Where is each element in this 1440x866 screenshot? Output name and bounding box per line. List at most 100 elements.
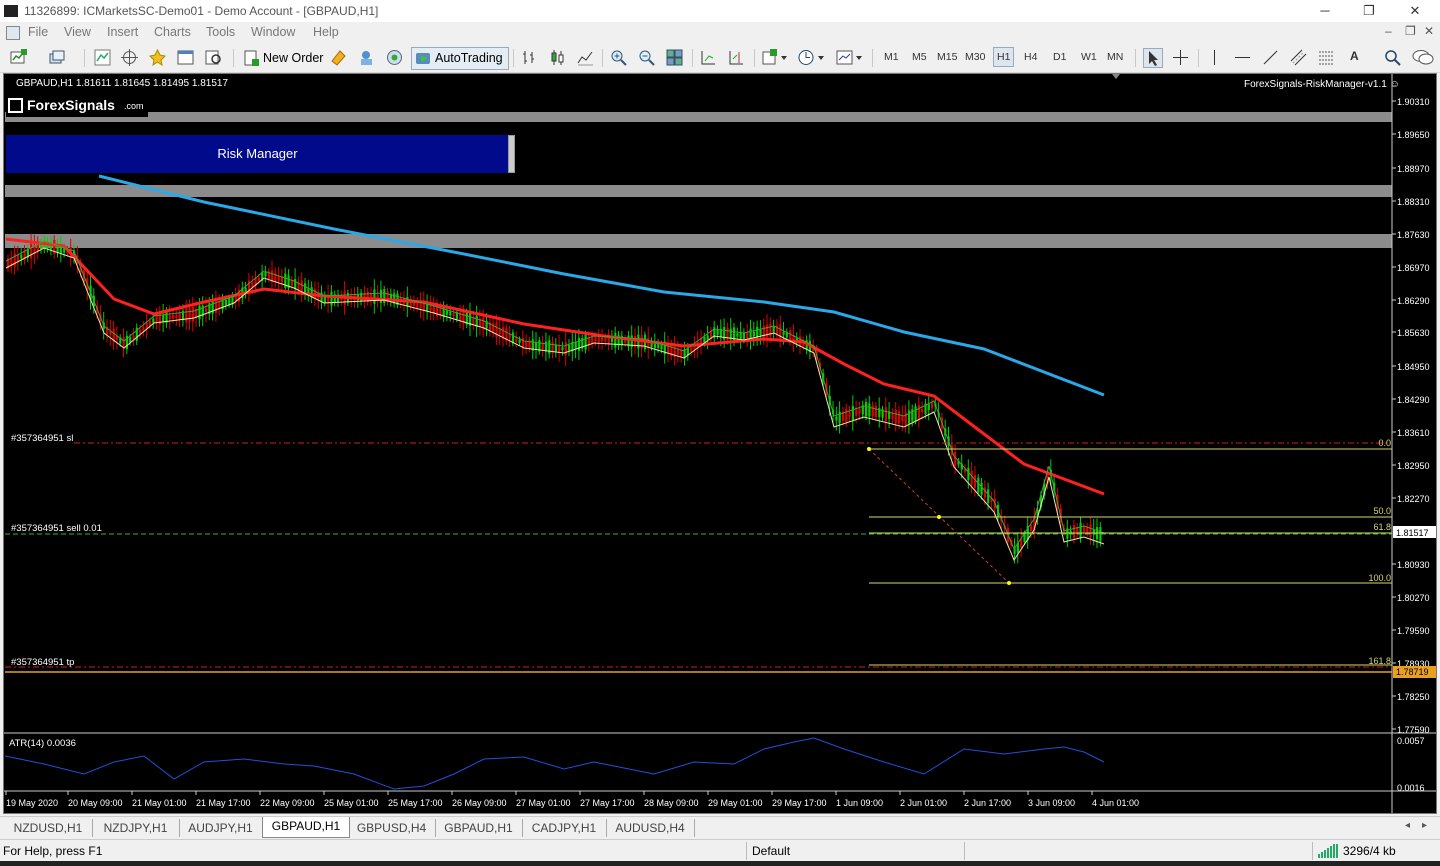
candle [294,279,297,290]
candle [251,282,254,288]
chart-shift-icon[interactable] [728,49,745,66]
candle [330,291,333,306]
menu-insert[interactable]: Insert [107,25,138,39]
mdi-restore-button[interactable]: ❐ [1405,24,1416,38]
time-label: 27 May 17:00 [580,798,635,808]
autoscroll-icon[interactable] [700,49,717,66]
ma-lines [5,237,1105,562]
text-tool[interactable]: A [1350,49,1359,63]
timeframe-m1[interactable]: M1 [884,51,899,63]
restore-button[interactable]: ❐ [1346,0,1392,22]
crosshair-tool-icon[interactable] [1172,49,1189,66]
candle [561,347,564,351]
tab-nzdjpy-h1[interactable]: NZDJPY,H1 [92,819,180,837]
tab-cadjpy-h1[interactable]: CADJPY,H1 [522,819,607,837]
crosshair-nav-icon[interactable] [121,49,138,66]
new-chart-icon[interactable] [10,49,27,66]
chart-shift-marker-icon[interactable] [1112,74,1120,79]
autotrading-button[interactable]: AutoTrading [411,47,509,70]
candlestick-icon[interactable] [549,49,566,66]
taskbar-strip [0,861,1440,866]
chart-doc-icon[interactable] [6,26,20,40]
timeframe-m5[interactable]: M5 [912,51,927,63]
candle [752,331,755,337]
menu-tools[interactable]: Tools [206,25,235,39]
candle [742,332,746,340]
time-label: 21 May 01:00 [132,798,187,808]
candle [393,293,396,304]
ma-fast-red-line [5,237,1105,496]
price-label: 1.80270 [1397,593,1430,603]
status-divider [1312,842,1313,860]
risk-manager-panel[interactable]: Risk Manager [6,135,509,173]
minimize-button[interactable]: ─ [1302,0,1348,22]
menu-charts[interactable]: Charts [154,25,191,39]
line-chart-icon[interactable] [577,49,594,66]
vertical-line-icon[interactable] [1206,49,1223,66]
menu-help[interactable]: Help [313,25,339,39]
order-sl-label: #357364951 sl [11,433,73,444]
timeframe-w1[interactable]: W1 [1081,51,1097,63]
cursor-tool-icon[interactable] [1143,48,1163,68]
tab-audusd-h4[interactable]: AUDUSD,H4 [606,819,695,837]
menu-file[interactable]: File [28,25,48,39]
profiles-icon[interactable] [48,49,65,66]
tab-gbpusd-h4[interactable]: GBPUSD,H4 [348,819,436,837]
close-button[interactable]: ✕ [1392,0,1438,22]
tab-gbpaud-h1[interactable]: GBPAUD,H1 [435,819,523,837]
timeframe-m30[interactable]: M30 [965,51,985,63]
mdi-minimize-button[interactable]: ‒ [1385,24,1392,38]
terminal-icon[interactable] [177,49,194,66]
fib-level-50: 50.0 [1373,506,1391,516]
timeframe-mn[interactable]: MN [1107,51,1123,63]
mdi-close-button[interactable]: ✕ [1424,24,1434,38]
zoom-out-icon[interactable] [638,49,655,66]
price-label: 1.88310 [1397,197,1430,207]
timeframe-m15[interactable]: M15 [937,51,957,63]
market-icon[interactable] [358,49,375,66]
logo-text: ForexSignals [27,97,115,113]
signals-icon[interactable] [330,49,347,66]
status-help: For Help, press F1 [3,844,103,858]
candle [597,336,600,343]
trendline-icon[interactable] [1262,49,1279,66]
navigator-icon[interactable] [149,49,166,66]
candle [172,314,175,319]
chart-window[interactable]: 1.90310 1.89650 1.88970 1.88310 1.87630 1.869… [3,73,1437,814]
timeframe-h4[interactable]: H4 [1024,51,1037,63]
strategy-tester-icon[interactable] [205,49,222,66]
tab-scroll-left-icon[interactable]: ◂ [1405,820,1410,831]
fibonacci-icon[interactable] [1318,49,1335,66]
tab-scroll-right-icon[interactable]: ▸ [1422,820,1427,831]
indicators-dropdown-icon[interactable] [762,49,788,66]
menu-window[interactable]: Window [251,25,295,39]
zoom-in-icon[interactable] [610,49,627,66]
tab-nzdusd-h1[interactable]: NZDUSD,H1 [4,819,93,837]
horizontal-line-icon[interactable] [1234,49,1251,66]
window-title: 11326899: ICMarketsSC-Demo01 - Demo Acco… [24,4,379,18]
candle [185,308,188,322]
price-chart[interactable]: 1.90310 1.89650 1.88970 1.88310 1.87630 1.869… [4,74,1436,813]
tile-windows-icon[interactable] [666,49,683,66]
candle [445,310,449,315]
new-order-button[interactable]: New Order [240,47,325,70]
tab-audjpy-h1[interactable]: AUDJPY,H1 [179,819,263,837]
time-axis: 19 May 2020 20 May 09:00 21 May 01:00 21 Ma… [5,791,1139,808]
candle [162,314,165,322]
tab-gbpaud-h1-active[interactable]: GBPAUD,H1 [262,817,350,838]
timeframe-h1[interactable]: H1 [993,47,1015,67]
metaeditor-icon[interactable] [386,49,403,66]
risk-manager-toggle[interactable] [508,135,515,173]
chat-icon[interactable] [1412,49,1434,66]
periods-dropdown-icon[interactable] [798,49,826,66]
market-watch-icon[interactable] [94,49,111,66]
timeframe-d1[interactable]: D1 [1053,51,1066,63]
candle [1072,525,1076,539]
templates-dropdown-icon[interactable] [836,49,864,66]
candle [746,332,749,339]
equidistant-channel-icon[interactable] [1290,49,1307,66]
bar-chart-icon[interactable] [521,49,538,66]
search-icon[interactable] [1384,49,1401,66]
menu-view[interactable]: View [64,25,91,39]
price-label: 1.86970 [1397,263,1430,273]
